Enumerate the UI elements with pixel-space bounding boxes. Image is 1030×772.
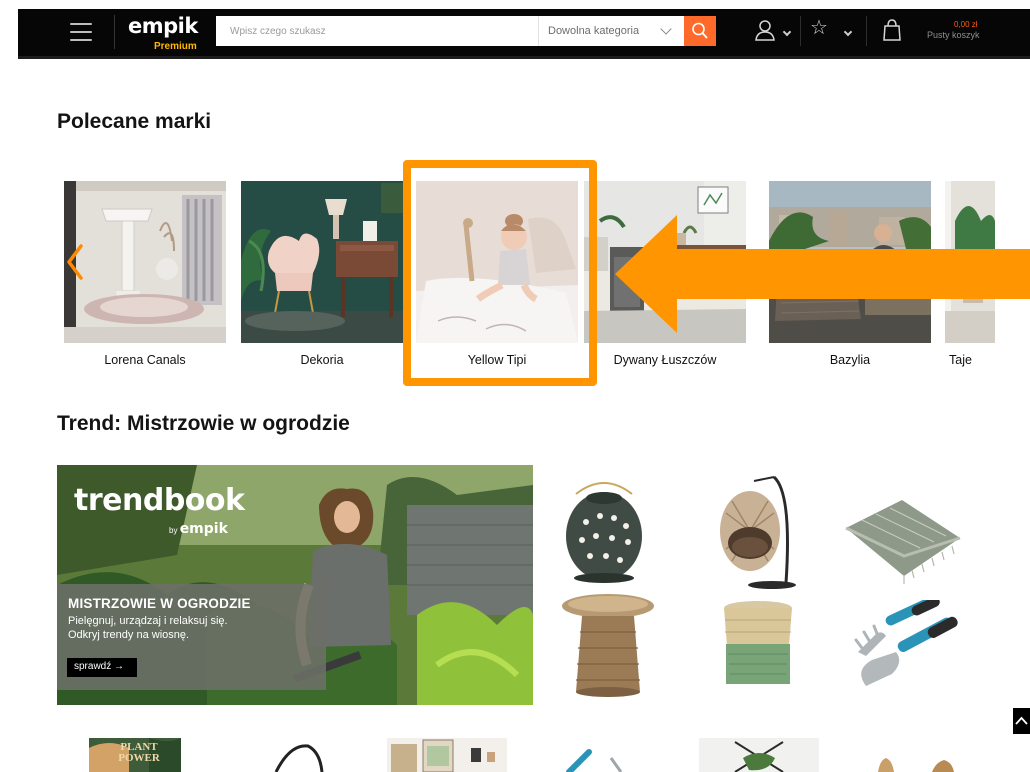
- product-hanging-chair[interactable]: [712, 473, 798, 591]
- shopping-bag-icon[interactable]: [882, 18, 902, 47]
- product-basket[interactable]: [720, 598, 796, 688]
- empik-logo[interactable]: empik Premium: [128, 13, 198, 52]
- brand-label: Dekoria: [300, 353, 344, 367]
- divider: [866, 16, 867, 46]
- check-button[interactable]: sprawdź →: [67, 658, 137, 677]
- section-title-trend: Trend: Mistrzowie w ogrodzie: [57, 412, 350, 435]
- banner-description: Pielęgnuj, urządzaj i relaksuj się. Odkr…: [68, 614, 228, 642]
- category-select[interactable]: Dowolna kategoria: [538, 16, 684, 46]
- product-rattan-stool[interactable]: [560, 592, 656, 700]
- chevron-down-icon: [660, 23, 672, 35]
- brand-card[interactable]: Bazylia: [769, 181, 931, 377]
- brand-image: [769, 181, 931, 343]
- bottom-item-label: PLANT POWER: [118, 741, 160, 764]
- user-icon[interactable]: [754, 18, 776, 47]
- by-text: by: [169, 526, 178, 535]
- bottom-item[interactable]: PLANT POWER: [89, 738, 181, 772]
- banner-line-2: Odkryj trendy na wiosnę.: [68, 629, 190, 641]
- logo-name: empik: [128, 14, 198, 38]
- section-title-brands: Polecane marki: [57, 110, 212, 133]
- search-input[interactable]: [216, 16, 538, 46]
- category-label: Dowolna kategoria: [548, 25, 640, 37]
- brand-label: Taje: [949, 353, 972, 367]
- menu-icon[interactable]: [70, 23, 92, 41]
- bottom-item[interactable]: [387, 738, 507, 772]
- product-garden-tools[interactable]: [852, 595, 964, 688]
- brand-image: [416, 181, 578, 343]
- cart-status[interactable]: Pusty koszyk: [927, 30, 980, 40]
- product-lantern[interactable]: [556, 478, 652, 586]
- brand-card[interactable]: Lorena Canals: [64, 181, 226, 377]
- brand-card[interactable]: Taje: [945, 181, 995, 377]
- brand-label: Yellow Tipi: [467, 353, 527, 367]
- user-menu-chevron-icon[interactable]: [782, 27, 792, 37]
- logo-premium: Premium: [154, 41, 197, 52]
- brand-image: [64, 181, 226, 343]
- chevron-up-icon: [1015, 716, 1028, 725]
- bottom-item[interactable]: [699, 738, 819, 772]
- scroll-to-top-button[interactable]: [1013, 708, 1030, 734]
- chevron-left-icon: [67, 244, 83, 280]
- wishlist-chevron-icon[interactable]: [843, 27, 853, 37]
- divider: [800, 16, 801, 46]
- product-blanket[interactable]: [842, 498, 964, 586]
- brand-label: Dywany Łuszczów: [613, 353, 717, 367]
- brand-image: [945, 181, 995, 343]
- search-button[interactable]: [684, 16, 716, 46]
- top-navigation-bar: empik Premium Dowolna kategoria ☆ 0,00 z…: [18, 9, 1030, 59]
- trendbook-banner[interactable]: trendbook by empik MISTRZOWIE W OGRODZIE…: [57, 465, 533, 705]
- brand-card[interactable]: Dywany Łuszczów: [584, 181, 746, 377]
- banner-line-1: Pielęgnuj, urządzaj i relaksuj się.: [68, 615, 228, 627]
- brands-carousel: Lorena Canals Dekoria Yellow Tipi Dywany…: [0, 181, 1030, 376]
- divider: [114, 15, 115, 49]
- check-label: sprawdź: [74, 661, 112, 672]
- star-icon[interactable]: ☆: [810, 17, 828, 39]
- banner-heading: MISTRZOWIE W OGRODZIE: [68, 596, 251, 611]
- brand-card[interactable]: Yellow Tipi: [416, 181, 578, 377]
- by-brand: empik: [179, 521, 228, 537]
- bottom-item[interactable]: [268, 738, 328, 772]
- carousel-prev-button[interactable]: [64, 242, 86, 282]
- brand-label: Lorena Canals: [104, 353, 186, 367]
- brand-image: [584, 181, 746, 343]
- bottom-item[interactable]: [872, 738, 962, 772]
- trendbook-logo: trendbook: [74, 483, 245, 518]
- brand-card[interactable]: Dekoria: [241, 181, 403, 377]
- search-icon: [692, 22, 708, 39]
- cart-total[interactable]: 0,00 zł: [954, 20, 978, 29]
- trendbook-by-label: by empik: [169, 521, 228, 537]
- brand-image: [241, 181, 403, 343]
- arrow-right-icon: →: [114, 661, 125, 672]
- brand-label: Bazylia: [829, 353, 871, 367]
- bottom-item[interactable]: [565, 738, 635, 772]
